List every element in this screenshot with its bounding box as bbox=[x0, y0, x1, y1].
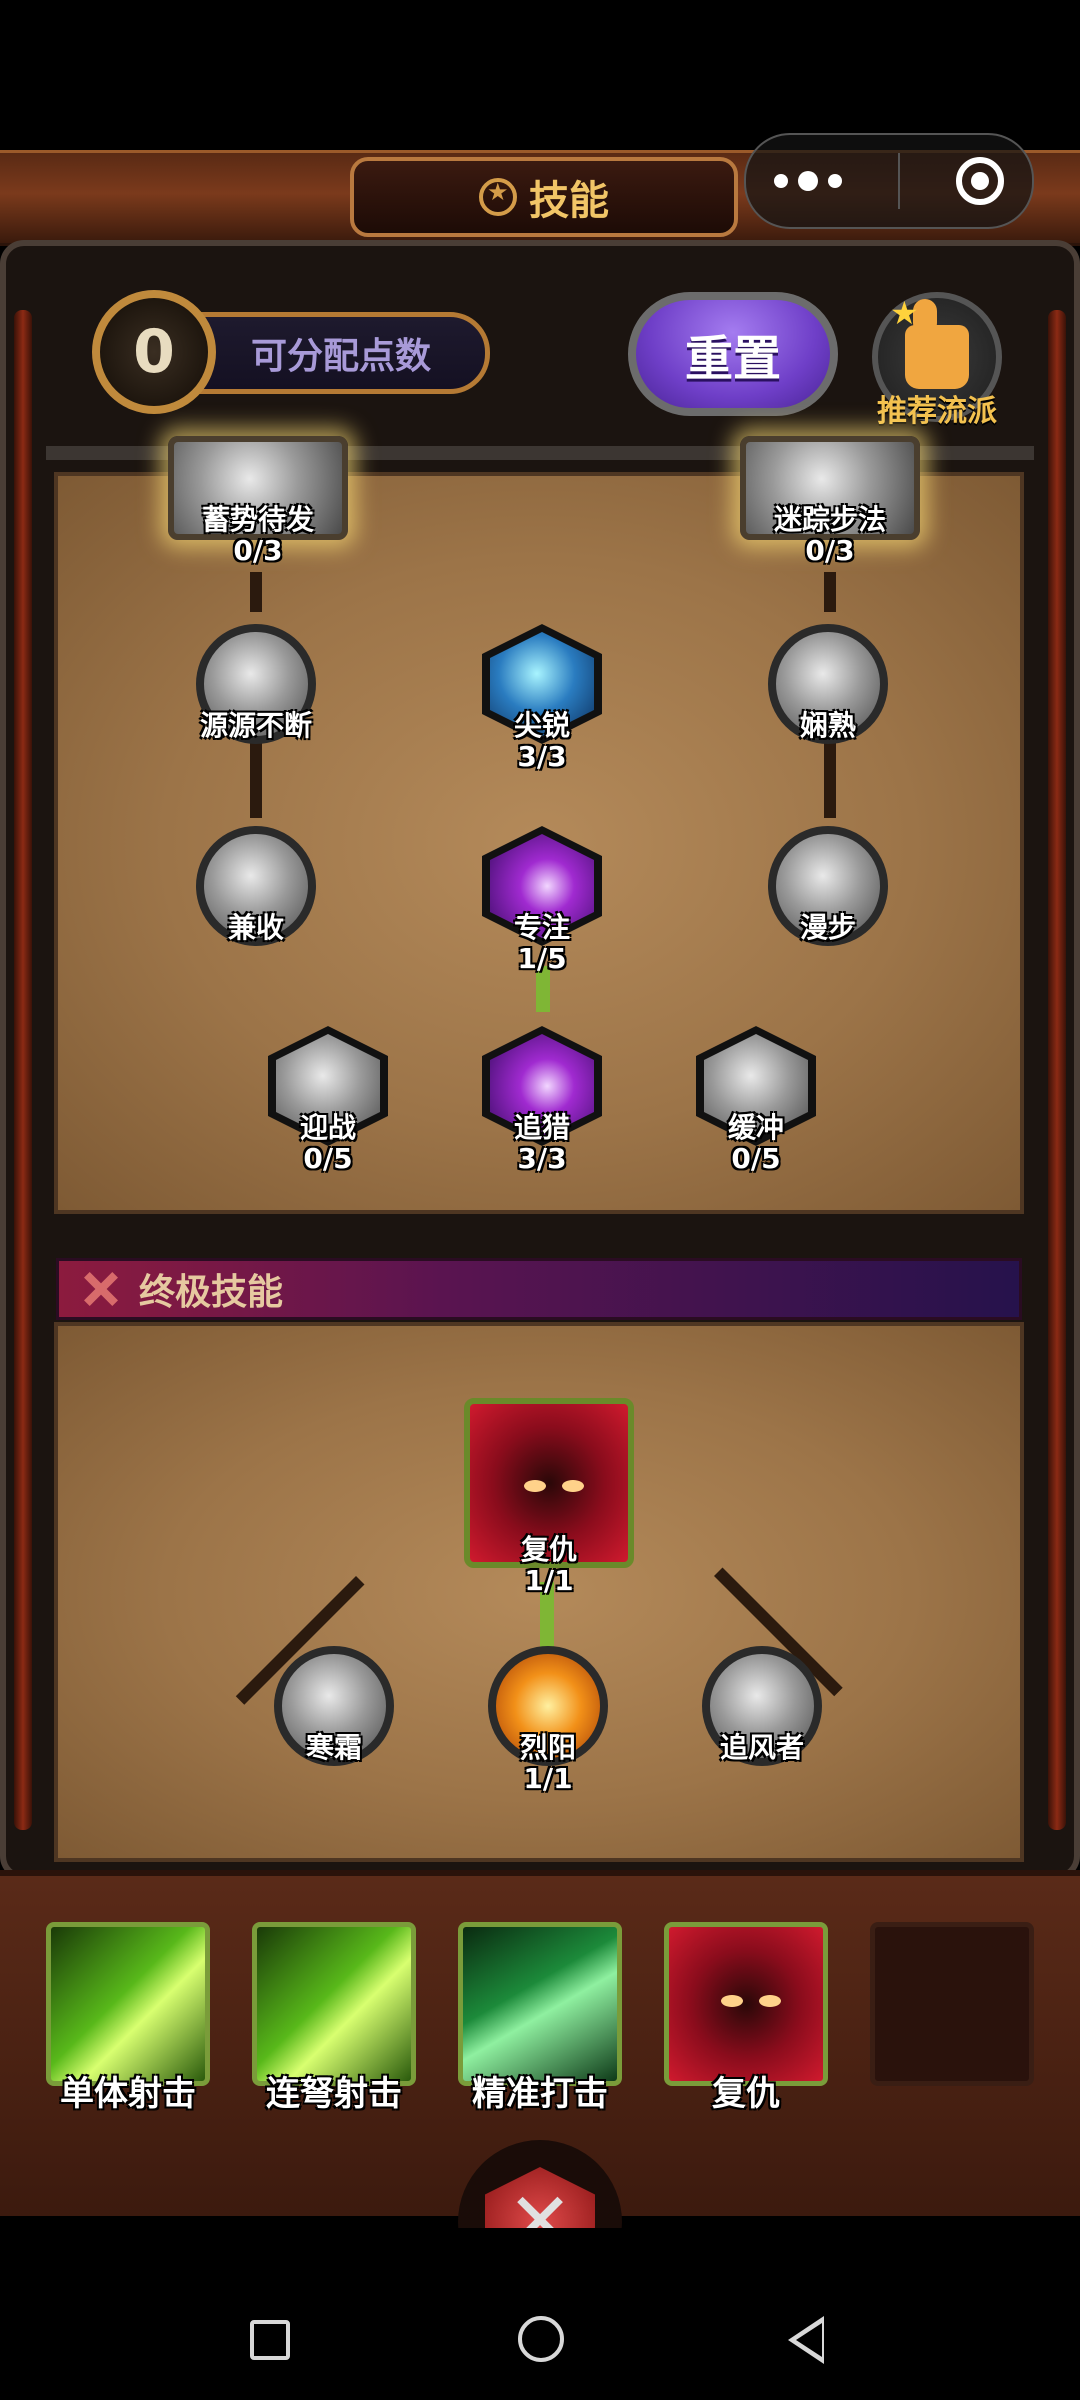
skill-node-mizong[interactable]: 迷踪步法 0/3 bbox=[740, 436, 920, 567]
skill-node-huanchong[interactable]: 缓冲 0/5 bbox=[696, 1026, 816, 1175]
capsule-divider bbox=[898, 153, 900, 209]
skill-level: 0/5 bbox=[731, 1142, 781, 1175]
skill-node-jianrui[interactable]: 尖锐 3/3 bbox=[482, 624, 602, 773]
skill-name: 蓄势待发 bbox=[201, 503, 314, 536]
crossed-swords-icon bbox=[81, 1273, 121, 1305]
recommend-label[interactable]: 推荐流派 bbox=[862, 386, 1012, 430]
points-label: 可分配点数 bbox=[251, 336, 432, 377]
equipped-slot-label: 单体射击 bbox=[60, 2074, 196, 2114]
recent-apps-icon[interactable] bbox=[250, 2320, 290, 2360]
skill-name: 尖锐 bbox=[513, 709, 570, 742]
ultimate-option-zhuifengzhe[interactable]: 追风者 bbox=[702, 1646, 822, 1766]
home-icon[interactable] bbox=[518, 2316, 564, 2362]
skill-name: 娴熟 bbox=[799, 709, 856, 742]
pentagram-icon bbox=[479, 178, 517, 216]
ultimate-node-fuchou[interactable]: 复仇 1/1 bbox=[464, 1398, 634, 1597]
skill-name: 迎战 bbox=[299, 1111, 356, 1144]
ultimate-section-title: 终极技能 bbox=[139, 1272, 284, 1313]
mini-program-capsule bbox=[744, 133, 1034, 229]
points-value: 0 bbox=[133, 317, 175, 387]
close-target-icon[interactable] bbox=[956, 157, 1004, 205]
skill-name: 寒霜 bbox=[305, 1731, 362, 1764]
skill-name: 缓冲 bbox=[727, 1111, 784, 1144]
connector bbox=[250, 572, 262, 612]
equipped-slot-empty[interactable] bbox=[870, 1922, 1034, 2086]
skill-name: 专注 bbox=[513, 911, 570, 944]
more-icon[interactable] bbox=[774, 171, 842, 191]
ultimate-option-hanshuang[interactable]: 寒霜 bbox=[274, 1646, 394, 1766]
equipped-slot-label: 连弩射击 bbox=[266, 2074, 402, 2114]
skill-node-yuanyuan[interactable]: 源源不断 bbox=[196, 624, 316, 744]
equipped-slot-label: 精准打击 bbox=[472, 2074, 608, 2114]
skill-tree-panel: 蓄势待发 0/3 迷踪步法 0/3 源源不断 尖锐 3/3 娴熟 兼收 专注 1… bbox=[54, 436, 1024, 1214]
reset-button-label: 重置 bbox=[684, 331, 781, 387]
ultimate-panel: 复仇 1/1 寒霜 烈阳 1/1 追风者 bbox=[54, 1322, 1024, 1862]
skill-node-zhuilie[interactable]: 追猎 3/3 bbox=[482, 1026, 602, 1175]
skill-level: 3/3 bbox=[517, 1142, 567, 1175]
skill-level: 1/5 bbox=[517, 942, 567, 975]
back-icon[interactable] bbox=[788, 2316, 824, 2364]
skill-name: 漫步 bbox=[799, 911, 856, 944]
skill-level: 0/5 bbox=[303, 1142, 353, 1175]
skill-name: 迷踪步法 bbox=[773, 503, 886, 536]
connector bbox=[824, 572, 836, 612]
skill-name: 兼收 bbox=[227, 911, 284, 944]
skill-node-yingzhan[interactable]: 迎战 0/5 bbox=[268, 1026, 388, 1175]
skill-node-xianshu[interactable]: 娴熟 bbox=[768, 624, 888, 744]
system-nav-bar bbox=[0, 2228, 1080, 2400]
skill-level: 0/3 bbox=[805, 534, 855, 567]
equipped-slot-label: 复仇 bbox=[712, 2074, 780, 2114]
skill-node-zhuanzhu[interactable]: 专注 1/5 bbox=[482, 826, 602, 975]
thumbs-up-icon bbox=[905, 299, 969, 389]
skill-level: 1/1 bbox=[523, 1762, 573, 1795]
ultimate-option-lieyang[interactable]: 烈阳 1/1 bbox=[488, 1646, 608, 1795]
frame-rail-right bbox=[1048, 310, 1066, 1830]
glowing-eyes-icon bbox=[524, 1480, 584, 1496]
equipped-slot-1[interactable] bbox=[46, 1922, 210, 2086]
equipped-slot-4[interactable] bbox=[664, 1922, 828, 2086]
page-title: 技能 bbox=[350, 157, 738, 237]
skill-name: 烈阳 bbox=[519, 1731, 576, 1764]
equipped-slot-3[interactable] bbox=[458, 1922, 622, 2086]
skill-level: 3/3 bbox=[517, 740, 567, 773]
frame-rail-left bbox=[14, 310, 32, 1830]
equipped-slot-2[interactable] bbox=[252, 1922, 416, 2086]
skill-name: 源源不断 bbox=[199, 709, 312, 742]
skill-name: 复仇 bbox=[520, 1533, 577, 1566]
skill-name: 追猎 bbox=[513, 1111, 570, 1144]
ultimate-section-header: 终极技能 bbox=[56, 1258, 1022, 1320]
star-icon: ★ bbox=[890, 294, 919, 332]
page-title-text: 技能 bbox=[529, 178, 609, 224]
reset-button[interactable]: 重置 bbox=[628, 292, 838, 416]
skill-level: 0/3 bbox=[233, 534, 283, 567]
points-counter: 0 bbox=[92, 290, 216, 414]
skill-node-jianshou[interactable]: 兼收 bbox=[196, 826, 316, 946]
skill-name: 追风者 bbox=[719, 1731, 804, 1764]
skill-level: 1/1 bbox=[524, 1564, 574, 1597]
skill-node-xushi[interactable]: 蓄势待发 0/3 bbox=[168, 436, 348, 567]
skill-node-manbu[interactable]: 漫步 bbox=[768, 826, 888, 946]
glowing-eyes-icon bbox=[721, 1995, 781, 2011]
